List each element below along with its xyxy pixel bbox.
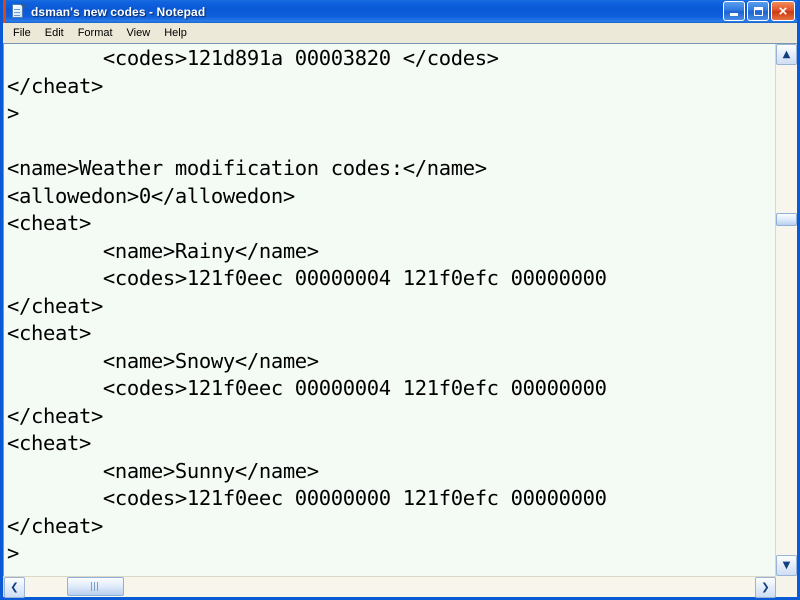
- notepad-document-icon: [11, 4, 26, 19]
- vertical-scroll-thumb[interactable]: [776, 213, 797, 226]
- title-bar-buttons: ×: [723, 1, 795, 21]
- scroll-down-button[interactable]: ▼: [776, 555, 797, 576]
- chevron-down-icon: ▼: [782, 559, 791, 571]
- close-icon: ×: [778, 2, 788, 20]
- notepad-window: dsman's new codes - Notepad × File Edit …: [0, 0, 800, 600]
- menu-item-edit[interactable]: Edit: [38, 25, 71, 41]
- scroll-right-button[interactable]: ❯: [755, 577, 776, 598]
- title-bar[interactable]: dsman's new codes - Notepad ×: [3, 0, 797, 23]
- horizontal-scroll-track[interactable]: [25, 577, 755, 597]
- client-area: <codes>121d891a 00003820 </codes> </chea…: [3, 43, 797, 598]
- menu-item-format[interactable]: Format: [71, 25, 120, 41]
- grip-icon: [91, 582, 100, 591]
- editor-row: <codes>121d891a 00003820 </codes> </chea…: [3, 43, 797, 576]
- window-title: dsman's new codes - Notepad: [31, 4, 206, 19]
- close-button[interactable]: ×: [771, 1, 795, 21]
- horizontal-scrollbar[interactable]: ❮ ❯: [4, 576, 776, 598]
- chevron-left-icon: ❮: [10, 581, 19, 593]
- vertical-scrollbar[interactable]: ▲ ▼: [775, 44, 797, 576]
- horizontal-scrollbar-row: ❮ ❯: [3, 576, 797, 598]
- chevron-right-icon: ❯: [761, 581, 770, 593]
- text-editor[interactable]: <codes>121d891a 00003820 </codes> </chea…: [4, 44, 775, 576]
- menu-item-view[interactable]: View: [120, 25, 158, 41]
- maximize-restore-button[interactable]: [747, 1, 769, 21]
- minimize-icon: [730, 13, 738, 16]
- minimize-button[interactable]: [723, 1, 745, 21]
- editor-text: <codes>121d891a 00003820 </codes> </chea…: [7, 46, 607, 565]
- restore-icon: [753, 6, 763, 16]
- scrollbar-corner: [776, 576, 797, 597]
- chevron-up-icon: ▲: [782, 48, 791, 60]
- menu-item-file[interactable]: File: [6, 25, 38, 41]
- horizontal-scroll-thumb[interactable]: [67, 577, 124, 596]
- vertical-scroll-track[interactable]: [776, 65, 797, 555]
- menu-item-help[interactable]: Help: [157, 25, 194, 41]
- scroll-up-button[interactable]: ▲: [776, 44, 797, 65]
- scroll-left-button[interactable]: ❮: [4, 577, 25, 598]
- menu-bar: File Edit Format View Help: [3, 23, 797, 43]
